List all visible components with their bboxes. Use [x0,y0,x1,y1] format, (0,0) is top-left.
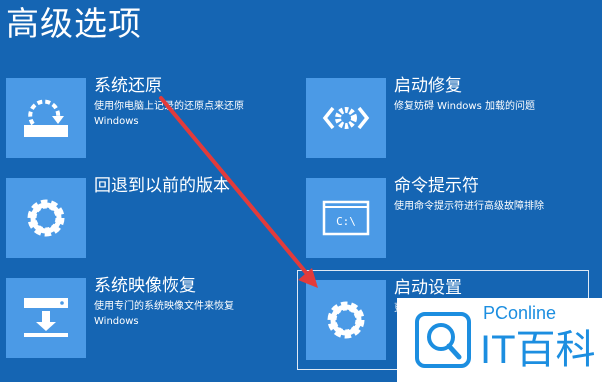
gear-icon [6,178,86,258]
image-recovery-icon [6,278,86,358]
pconline-logo-icon [415,312,471,368]
gear-icon [306,280,386,360]
svg-text:C:\: C:\ [336,215,356,228]
tile-description: 使用你电脑上记录的还原点来还原 Windows [94,101,244,127]
command-prompt-icon: C:\ [306,178,386,258]
page-title: 高级选项 [6,4,142,43]
tile-description: 使用命令提示符进行高级故障排除 [394,201,544,212]
watermark-name: IT百科 [480,328,596,372]
tile-title: 命令提示符 [394,176,479,196]
watermark: PConline IT百科 [397,298,602,382]
watermark-brand: PConline [483,303,557,323]
restore-icon [6,78,86,158]
tile-title: 系统映像恢复 [94,276,196,296]
tile-description: 使用专门的系统映像文件来恢复 Windows [94,301,234,327]
tile-title: 启动设置 [394,278,462,298]
startup-repair-icon [306,78,386,158]
tile-title: 回退到以前的版本 [94,176,230,196]
tile-description: 修复妨碍 Windows 加载的问题 [394,101,535,112]
tile-title: 启动修复 [394,76,462,96]
tile-title: 系统还原 [94,76,162,96]
